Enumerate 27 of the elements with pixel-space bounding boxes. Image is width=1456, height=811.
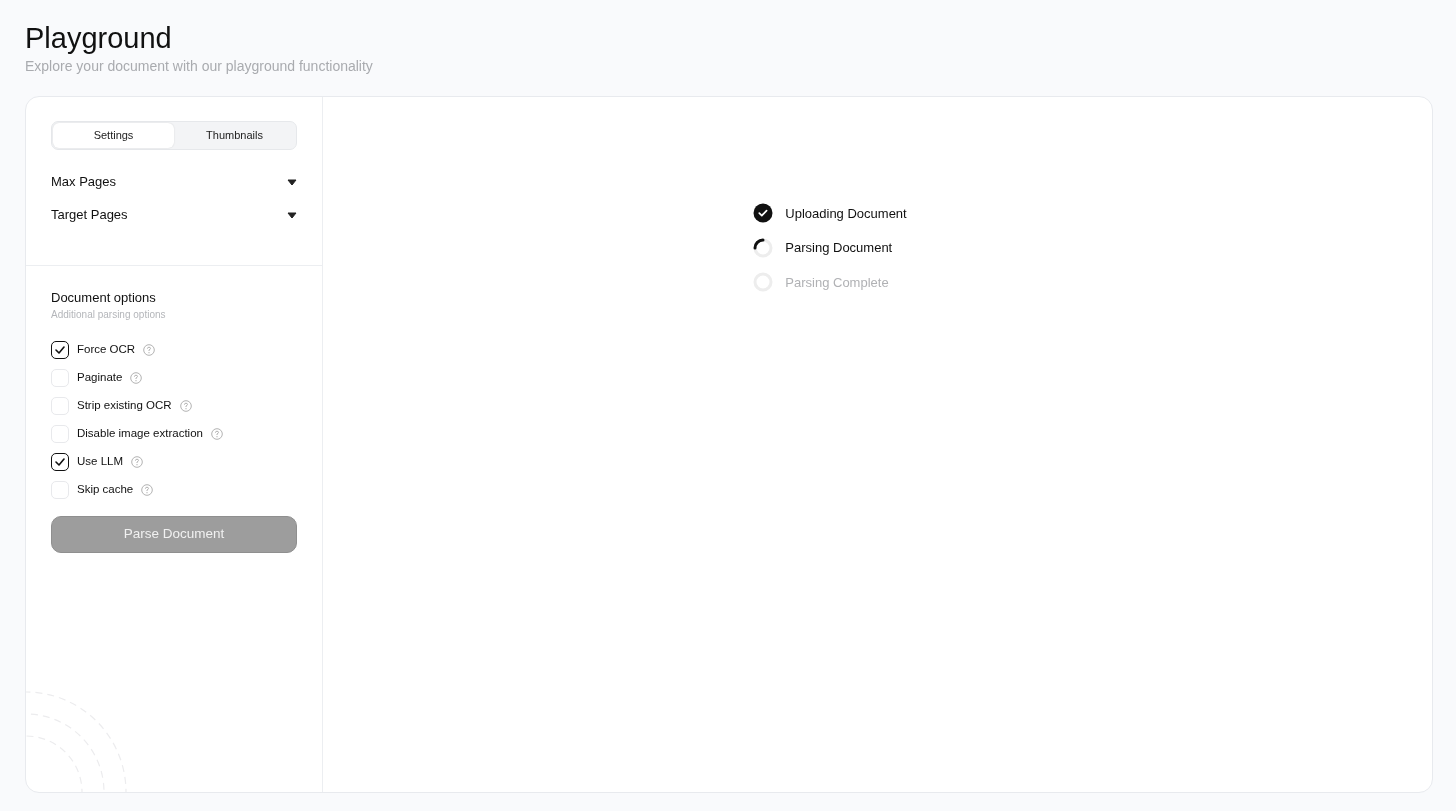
- step-label: Parsing Document: [785, 239, 893, 257]
- help-icon[interactable]: [141, 484, 154, 497]
- option-label: Skip cache: [77, 482, 134, 498]
- page-subtitle: Explore your document with our playground functionality: [25, 57, 374, 76]
- option-label: Use LLM: [77, 454, 124, 470]
- option-label: Strip existing OCR: [77, 398, 172, 414]
- page-title: Playground: [25, 21, 173, 56]
- tab[interactable]: Settings: [53, 123, 174, 148]
- help-icon[interactable]: [143, 344, 156, 357]
- help-icon[interactable]: [131, 456, 144, 469]
- help-icon[interactable]: [210, 428, 223, 441]
- dropdown[interactable]: Target Pages: [51, 198, 297, 232]
- check-icon: [55, 458, 65, 467]
- checkbox[interactable]: [51, 341, 69, 360]
- option-label: Disable image extraction: [77, 426, 203, 442]
- dropdown[interactable]: Max Pages: [51, 165, 297, 199]
- option-label: Force OCR: [77, 342, 136, 358]
- option-label: Paginate: [77, 370, 123, 386]
- step-label: Uploading Document: [785, 204, 907, 223]
- section-title: Document options: [51, 289, 157, 306]
- help-icon[interactable]: [130, 372, 143, 385]
- checkbox[interactable]: [51, 453, 69, 472]
- section-subtitle: Additional parsing options: [51, 308, 167, 323]
- step-label: Parsing Complete: [785, 273, 889, 292]
- help-icon[interactable]: [179, 400, 192, 413]
- tab[interactable]: Thumbnails: [174, 123, 295, 148]
- check-icon: [55, 346, 65, 355]
